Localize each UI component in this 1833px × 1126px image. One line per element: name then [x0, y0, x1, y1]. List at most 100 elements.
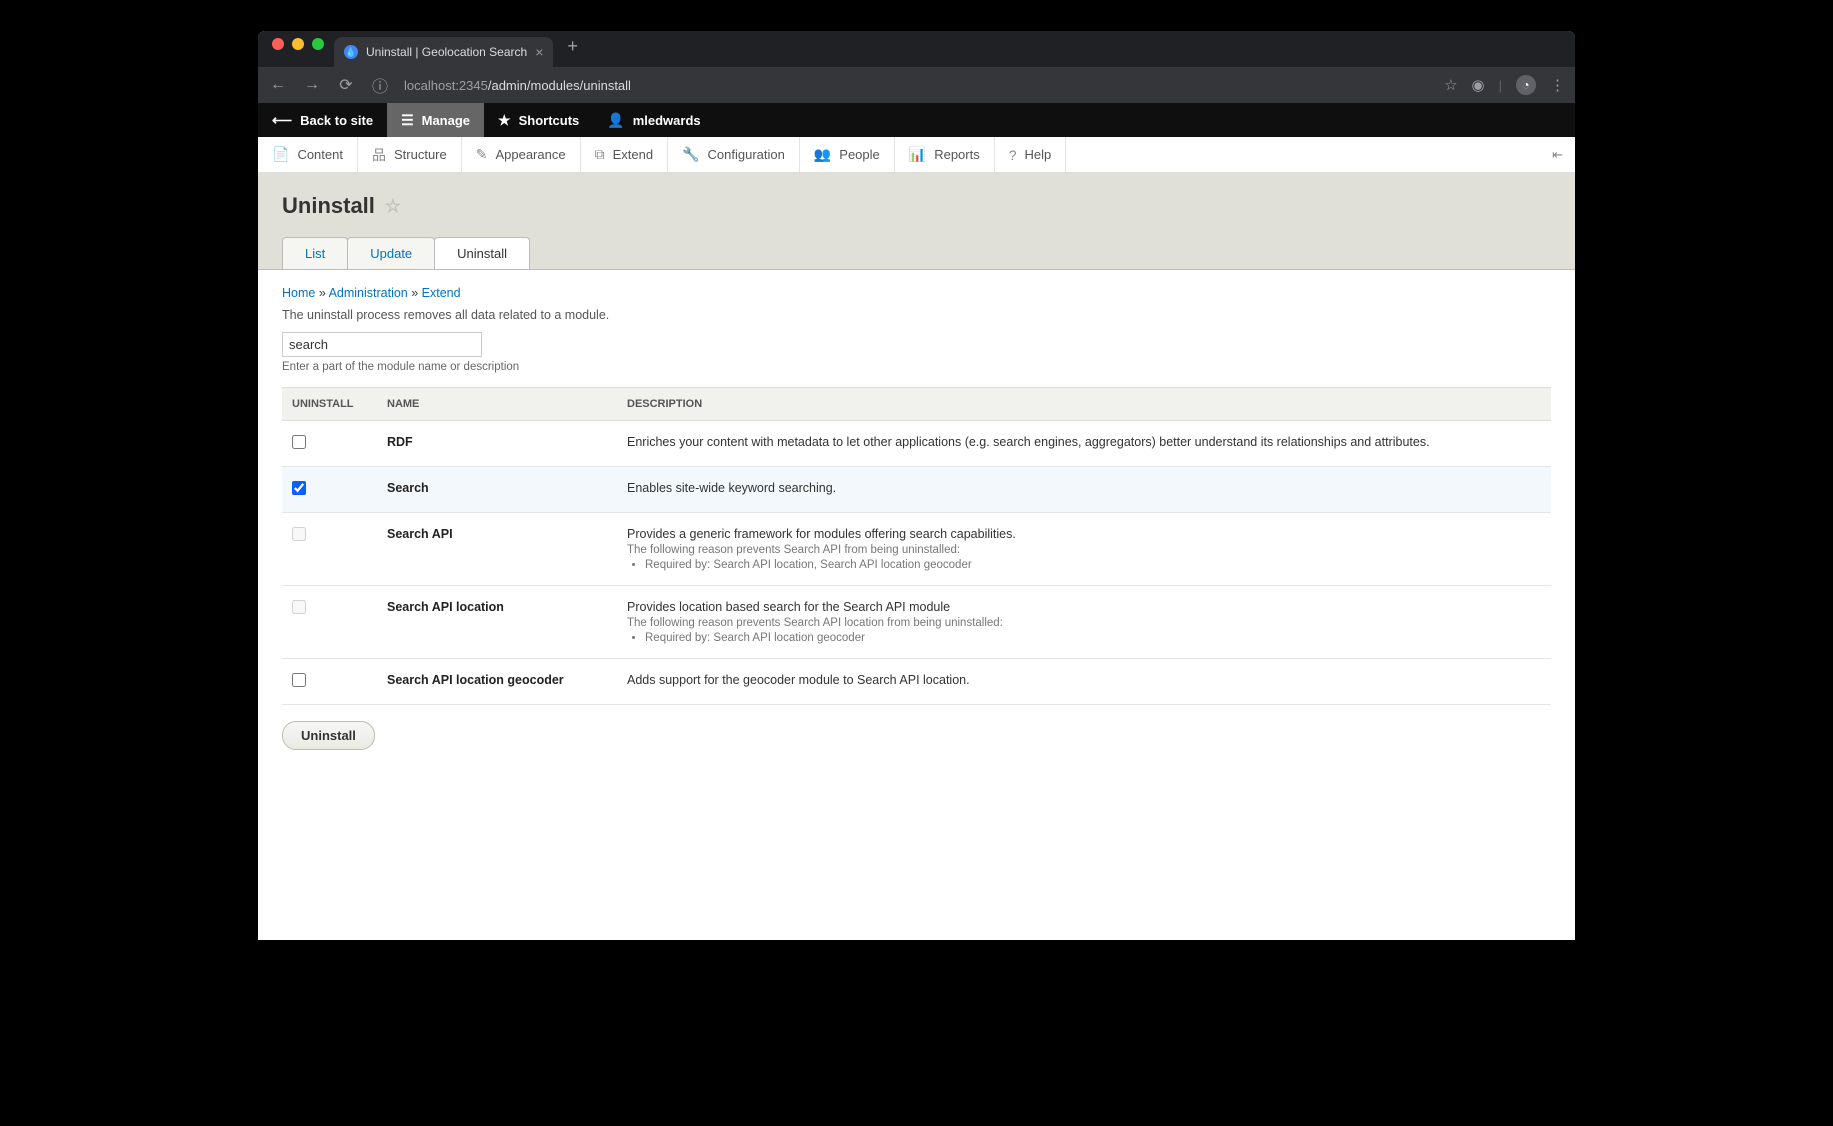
minimize-window-icon[interactable] [292, 38, 304, 50]
structure-icon: 品 [372, 145, 386, 165]
manage-button[interactable]: ☰ Manage [387, 103, 484, 137]
bookmark-star-icon[interactable]: ☆ [1444, 76, 1457, 94]
user-menu-button[interactable]: 👤 mledwards [593, 103, 714, 137]
menu-icon: ☰ [401, 112, 414, 129]
person-icon: 👤 [607, 112, 624, 129]
content-icon: 📄 [272, 146, 289, 163]
breadcrumb: Home » Administration » Extend [282, 286, 1551, 300]
maximize-window-icon[interactable] [312, 38, 324, 50]
reload-icon[interactable]: ⟳ [336, 75, 356, 95]
uninstall-checkbox[interactable] [292, 435, 306, 449]
admin-menu: 📄Content 品Structure ✎Appearance ⧉Extend … [258, 137, 1575, 173]
breadcrumb-admin[interactable]: Administration [329, 286, 408, 300]
new-tab-button[interactable]: + [553, 36, 592, 63]
address-bar[interactable]: localhost:2345/admin/modules/uninstall [404, 78, 1430, 93]
th-uninstall: Uninstall [282, 388, 377, 421]
url-path: /admin/modules/uninstall [488, 78, 631, 93]
url-port: :2345 [455, 78, 488, 93]
browser-tab[interactable]: 💧 Uninstall | Geolocation Search × [334, 37, 553, 67]
appearance-icon: ✎ [476, 146, 488, 163]
tab-uninstall[interactable]: Uninstall [434, 237, 530, 269]
menu-appearance[interactable]: ✎ Appearance [462, 137, 581, 172]
configuration-icon: 🔧 [682, 146, 699, 163]
menu-configuration[interactable]: 🔧Configuration [668, 137, 800, 172]
browser-window: 💧 Uninstall | Geolocation Search × + ← →… [258, 31, 1575, 940]
page-header-region: Uninstall ☆ ListUpdateUninstall [258, 173, 1575, 269]
menu-content-label: Content [297, 147, 343, 162]
people-icon: 👥 [814, 146, 831, 163]
module-description: Provides a generic framework for modules… [617, 513, 1551, 586]
module-description: Provides location based search for the S… [617, 586, 1551, 659]
filter-description: Enter a part of the module name or descr… [282, 361, 1551, 373]
table-row: RDFEnriches your content with metadata t… [282, 421, 1551, 467]
module-name: Search API location [377, 586, 617, 659]
forward-icon[interactable]: → [302, 76, 322, 94]
help-icon: ? [1009, 147, 1017, 163]
tab-update[interactable]: Update [347, 237, 435, 269]
uninstall-checkbox[interactable] [292, 481, 306, 495]
reports-icon: 📊 [909, 146, 926, 163]
close-window-icon[interactable] [272, 38, 284, 50]
breadcrumb-extend[interactable]: Extend [422, 286, 461, 300]
star-icon: ★ [498, 112, 511, 129]
uninstall-checkbox[interactable] [292, 673, 306, 687]
menu-extend[interactable]: ⧉Extend [581, 137, 668, 172]
url-host: localhost [404, 78, 455, 93]
uninstall-submit-button[interactable]: Uninstall [282, 721, 375, 750]
back-to-site-label: Back to site [300, 113, 373, 128]
tab-list[interactable]: List [282, 237, 348, 269]
favorite-star-icon[interactable]: ☆ [385, 196, 401, 217]
browser-toolbar: ← → ⟳ ⓘ localhost:2345/admin/modules/uni… [258, 67, 1575, 103]
back-to-site-button[interactable]: ⟵ Back to site [258, 103, 387, 137]
module-description: Adds support for the geocoder module to … [617, 659, 1551, 705]
menu-help[interactable]: ?Help [995, 137, 1067, 172]
table-row: Search APIProvides a generic framework f… [282, 513, 1551, 586]
th-name: Name [377, 388, 617, 421]
local-tabs: ListUpdateUninstall [282, 237, 1551, 269]
menu-reports-label: Reports [934, 147, 980, 162]
help-text: The uninstall process removes all data r… [282, 308, 1551, 322]
toolbar-orientation-toggle[interactable]: ⇤ [1540, 137, 1575, 172]
module-name: RDF [377, 421, 617, 467]
page-title: Uninstall ☆ [282, 193, 1551, 219]
menu-reports[interactable]: 📊 Reports [895, 137, 995, 172]
tab-title: Uninstall | Geolocation Search [366, 45, 527, 59]
breadcrumb-home[interactable]: Home [282, 286, 315, 300]
menu-structure-label: Structure [394, 147, 447, 162]
window-controls [268, 38, 334, 60]
menu-extend-label: Extend [613, 147, 653, 162]
menu-people[interactable]: 👥 People [800, 137, 895, 172]
table-row: Search API locationProvides location bas… [282, 586, 1551, 659]
profile-avatar-icon[interactable]: ◔ [1516, 75, 1536, 95]
module-description: Enables site-wide keyword searching. [617, 467, 1551, 513]
module-name: Search API location geocoder [377, 659, 617, 705]
menu-appearance-label: Appearance [495, 147, 565, 162]
shortcuts-label: Shortcuts [519, 113, 580, 128]
shortcuts-button[interactable]: ★ Shortcuts [484, 103, 593, 137]
site-info-icon[interactable]: ⓘ [370, 73, 390, 97]
menu-people-label: People [839, 147, 879, 162]
table-row: Search API location geocoderAdds support… [282, 659, 1551, 705]
collapse-icon: ⇤ [1552, 147, 1563, 163]
menu-structure[interactable]: 品 Structure [358, 137, 462, 172]
filter-modules-input[interactable] [282, 332, 482, 357]
uninstall-checkbox [292, 527, 306, 541]
page-content-region: Home » Administration » Extend The unins… [258, 269, 1575, 940]
browser-menu-icon[interactable]: ⋮ [1550, 76, 1565, 94]
extension-icon[interactable]: ◉ [1472, 76, 1485, 94]
module-name: Search [377, 467, 617, 513]
page-title-text: Uninstall [282, 193, 375, 219]
module-name: Search API [377, 513, 617, 586]
admin-toolbar-top: ⟵ Back to site ☰ Manage ★ Shortcuts 👤 ml… [258, 103, 1575, 137]
drupal-favicon-icon: 💧 [344, 45, 358, 59]
module-description: Enriches your content with metadata to l… [617, 421, 1551, 467]
arrow-left-icon: ⟵ [272, 112, 292, 129]
table-row: SearchEnables site-wide keyword searchin… [282, 467, 1551, 513]
username-label: mledwards [633, 113, 701, 128]
th-description: Description [617, 388, 1551, 421]
browser-tabstrip: 💧 Uninstall | Geolocation Search × + [258, 31, 1575, 67]
close-tab-icon[interactable]: × [535, 44, 543, 60]
back-icon[interactable]: ← [268, 76, 288, 94]
menu-content[interactable]: 📄 Content [258, 137, 358, 172]
modules-table: Uninstall Name Description RDFEnriches y… [282, 387, 1551, 705]
